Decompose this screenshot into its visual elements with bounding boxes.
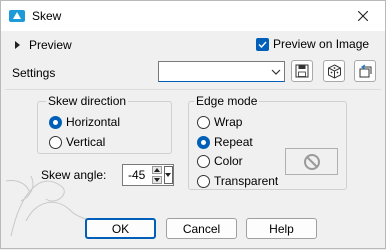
close-button[interactable] (341, 1, 385, 31)
preview-on-image-checkbox[interactable]: Preview on Image (256, 37, 369, 51)
settings-label: Settings (12, 66, 56, 80)
settings-dropdown[interactable] (158, 61, 285, 82)
app-icon (9, 9, 25, 23)
edge-mode-title: Edge mode (194, 94, 260, 108)
dice-icon (327, 63, 341, 79)
reset-button[interactable] (354, 60, 376, 82)
skew-angle-value[interactable]: -45 (123, 168, 150, 182)
preview-on-image-label: Preview on Image (273, 37, 370, 51)
skew-direction-title: Skew direction (46, 94, 129, 108)
edge-color-swatch[interactable] (285, 148, 338, 175)
angle-dropdown-button[interactable] (163, 166, 173, 184)
separator (5, 89, 381, 90)
repeat-label: Repeat (214, 135, 253, 149)
dropdown-arrow-icon (165, 173, 172, 177)
close-icon (358, 11, 368, 21)
radio-repeat[interactable]: Repeat (197, 135, 253, 149)
skew-dialog: Skew Preview Preview on Image Settings S… (0, 0, 386, 249)
disabled-icon (303, 153, 320, 170)
spin-down-icon[interactable] (151, 176, 162, 184)
radio-unselected-icon (197, 174, 210, 188)
floppy-disk-icon (295, 64, 309, 78)
radio-transparent[interactable]: Transparent (197, 174, 278, 188)
color-label: Color (214, 154, 243, 168)
preview-label: Preview (29, 38, 72, 52)
save-preset-button[interactable] (291, 60, 313, 82)
vertical-label: Vertical (66, 135, 106, 149)
checkmark-icon (256, 37, 269, 51)
spin-up-icon[interactable] (151, 166, 162, 174)
wrap-label: Wrap (214, 115, 243, 129)
randomize-button[interactable] (323, 60, 345, 82)
preview-toggle[interactable]: Preview (15, 38, 72, 52)
radio-unselected-icon (197, 154, 210, 168)
skew-angle-input[interactable]: -45 (122, 164, 174, 186)
radio-selected-icon (197, 135, 210, 149)
help-button[interactable]: Help (246, 218, 317, 239)
radio-vertical[interactable]: Vertical (49, 135, 105, 149)
radio-wrap[interactable]: Wrap (197, 115, 242, 129)
skew-angle-label: Skew angle: (41, 168, 107, 182)
skew-angle-spinner[interactable] (151, 166, 162, 184)
transparent-label: Transparent (214, 174, 279, 188)
cancel-button[interactable]: Cancel (166, 218, 237, 239)
radio-horizontal[interactable]: Horizontal (49, 115, 120, 129)
window-title: Skew (32, 9, 62, 23)
radio-unselected-icon (197, 115, 210, 129)
radio-unselected-icon (49, 135, 62, 149)
radio-selected-icon (49, 115, 62, 129)
title-bar[interactable]: Skew (1, 1, 385, 31)
expand-triangle-icon (15, 41, 20, 49)
reset-icon (359, 63, 371, 77)
chevron-down-icon (271, 66, 281, 80)
radio-color[interactable]: Color (197, 154, 243, 168)
horizontal-label: Horizontal (66, 115, 121, 129)
ok-label: OK (111, 221, 130, 236)
help-label: Help (269, 221, 294, 236)
cancel-label: Cancel (182, 221, 221, 236)
ok-button[interactable]: OK (85, 218, 156, 239)
